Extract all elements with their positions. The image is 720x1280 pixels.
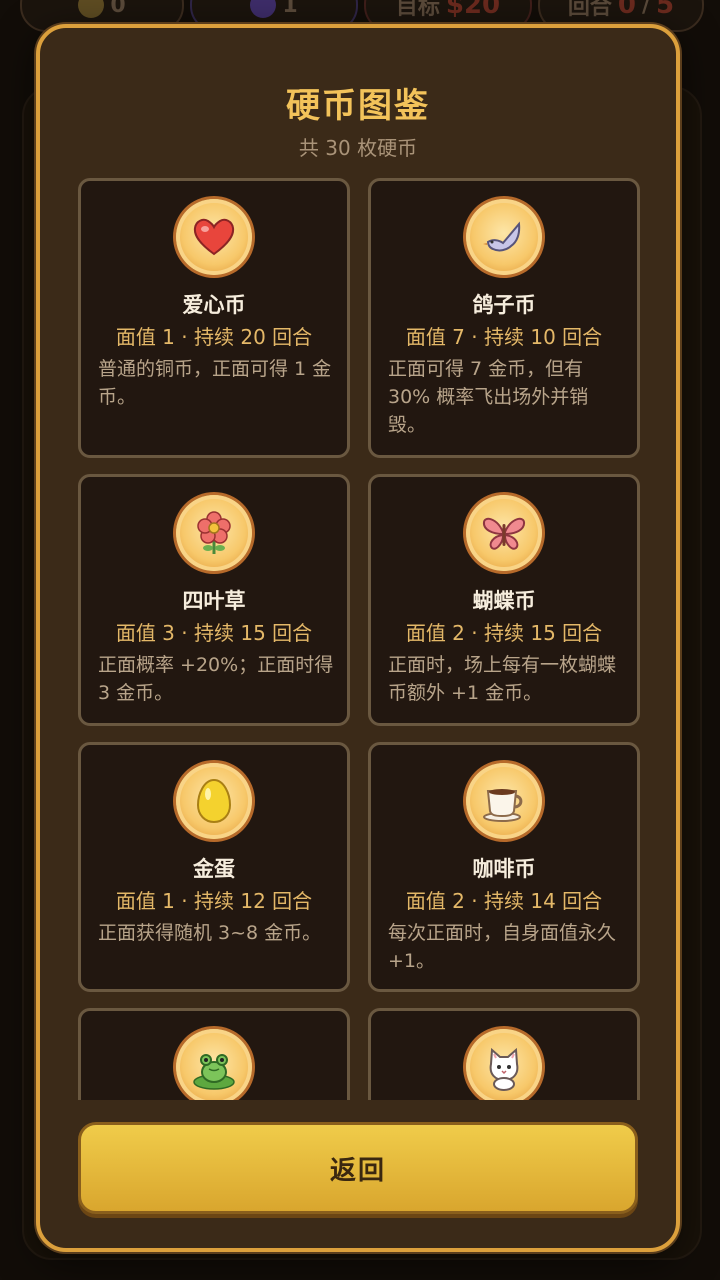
coin-stats: 面值 2 · 持续 14 回合 (405, 889, 603, 913)
coin-description: 普通的铜币，正面可得 1 金币。 (98, 358, 332, 408)
coin-card[interactable] (78, 1008, 350, 1100)
coin-name: 金蛋 (193, 857, 235, 881)
coin-description: 正面获得随机 3~8 金币。 (98, 922, 322, 944)
coin-card[interactable]: 蝴蝶币 面值 2 · 持续 15 回合 正面时，场上每有一枚蝴蝶币额外 +1 金… (368, 474, 640, 726)
coin-stats: 面值 2 · 持续 15 回合 (405, 621, 603, 645)
coin-name: 蝴蝶币 (472, 589, 536, 613)
coin-card[interactable]: 金蛋 面值 1 · 持续 12 回合 正面获得随机 3~8 金币。 (78, 742, 350, 992)
egg-icon (176, 763, 252, 839)
coin-list-scroll[interactable]: 爱心币 面值 1 · 持续 20 回合 普通的铜币，正面可得 1 金币。 鸽子币… (76, 178, 644, 1100)
target-label: 目标 (395, 0, 440, 20)
coin-name: 鸽子币 (472, 293, 536, 317)
flower-icon (176, 495, 252, 571)
coffee-icon (466, 763, 542, 839)
round-label: 回合 (567, 0, 612, 20)
coin-name: 咖啡币 (472, 857, 536, 881)
modal-subtitle: 共 30 枚硬币 (298, 136, 418, 160)
target-value: $20 (445, 0, 501, 20)
gem-icon (250, 0, 277, 18)
coin-encyclopedia-modal: 硬币图鉴 共 30 枚硬币 爱心币 面值 1 · 持续 20 回合 普通的铜币，… (36, 24, 680, 1252)
coin-card[interactable] (368, 1008, 640, 1100)
round-total: 5 (656, 0, 675, 20)
coin-card[interactable]: 鸽子币 面值 7 · 持续 10 回合 正面可得 7 金币，但有 30% 概率飞… (368, 178, 640, 458)
round-separator: / (641, 0, 651, 18)
coin-description: 每次正面时，自身面值永久 +1。 (388, 922, 617, 972)
coin-icon (78, 0, 105, 18)
coin-stats: 面值 3 · 持续 15 回合 (115, 621, 313, 645)
coin-stats: 面值 1 · 持续 20 回合 (115, 325, 313, 349)
coin-card[interactable]: 四叶草 面值 3 · 持续 15 回合 正面概率 +20%；正面时得 3 金币。 (78, 474, 350, 726)
heart-icon (176, 199, 252, 275)
coin-count: 0 (110, 0, 126, 18)
gem-count: 1 (282, 0, 298, 18)
coin-name: 爱心币 (182, 293, 246, 317)
frog-icon (176, 1029, 252, 1100)
coin-name: 四叶草 (182, 589, 246, 613)
butterfly-icon (466, 495, 542, 571)
round-current: 0 (617, 0, 636, 20)
coin-card[interactable]: 爱心币 面值 1 · 持续 20 回合 普通的铜币，正面可得 1 金币。 (78, 178, 350, 458)
dove-icon (466, 199, 542, 275)
coin-card[interactable]: 咖啡币 面值 2 · 持续 14 回合 每次正面时，自身面值永久 +1。 (368, 742, 640, 992)
modal-title: 硬币图鉴 (286, 86, 430, 126)
cat-icon (466, 1029, 542, 1100)
coin-description: 正面时，场上每有一枚蝴蝶币额外 +1 金币。 (388, 654, 617, 704)
coin-description: 正面概率 +20%；正面时得 3 金币。 (98, 654, 334, 704)
coin-description: 正面可得 7 金币，但有 30% 概率飞出场外并销毁。 (388, 358, 589, 436)
coin-stats: 面值 7 · 持续 10 回合 (405, 325, 603, 349)
back-button[interactable]: 返回 (78, 1122, 638, 1214)
coin-stats: 面值 1 · 持续 12 回合 (115, 889, 313, 913)
